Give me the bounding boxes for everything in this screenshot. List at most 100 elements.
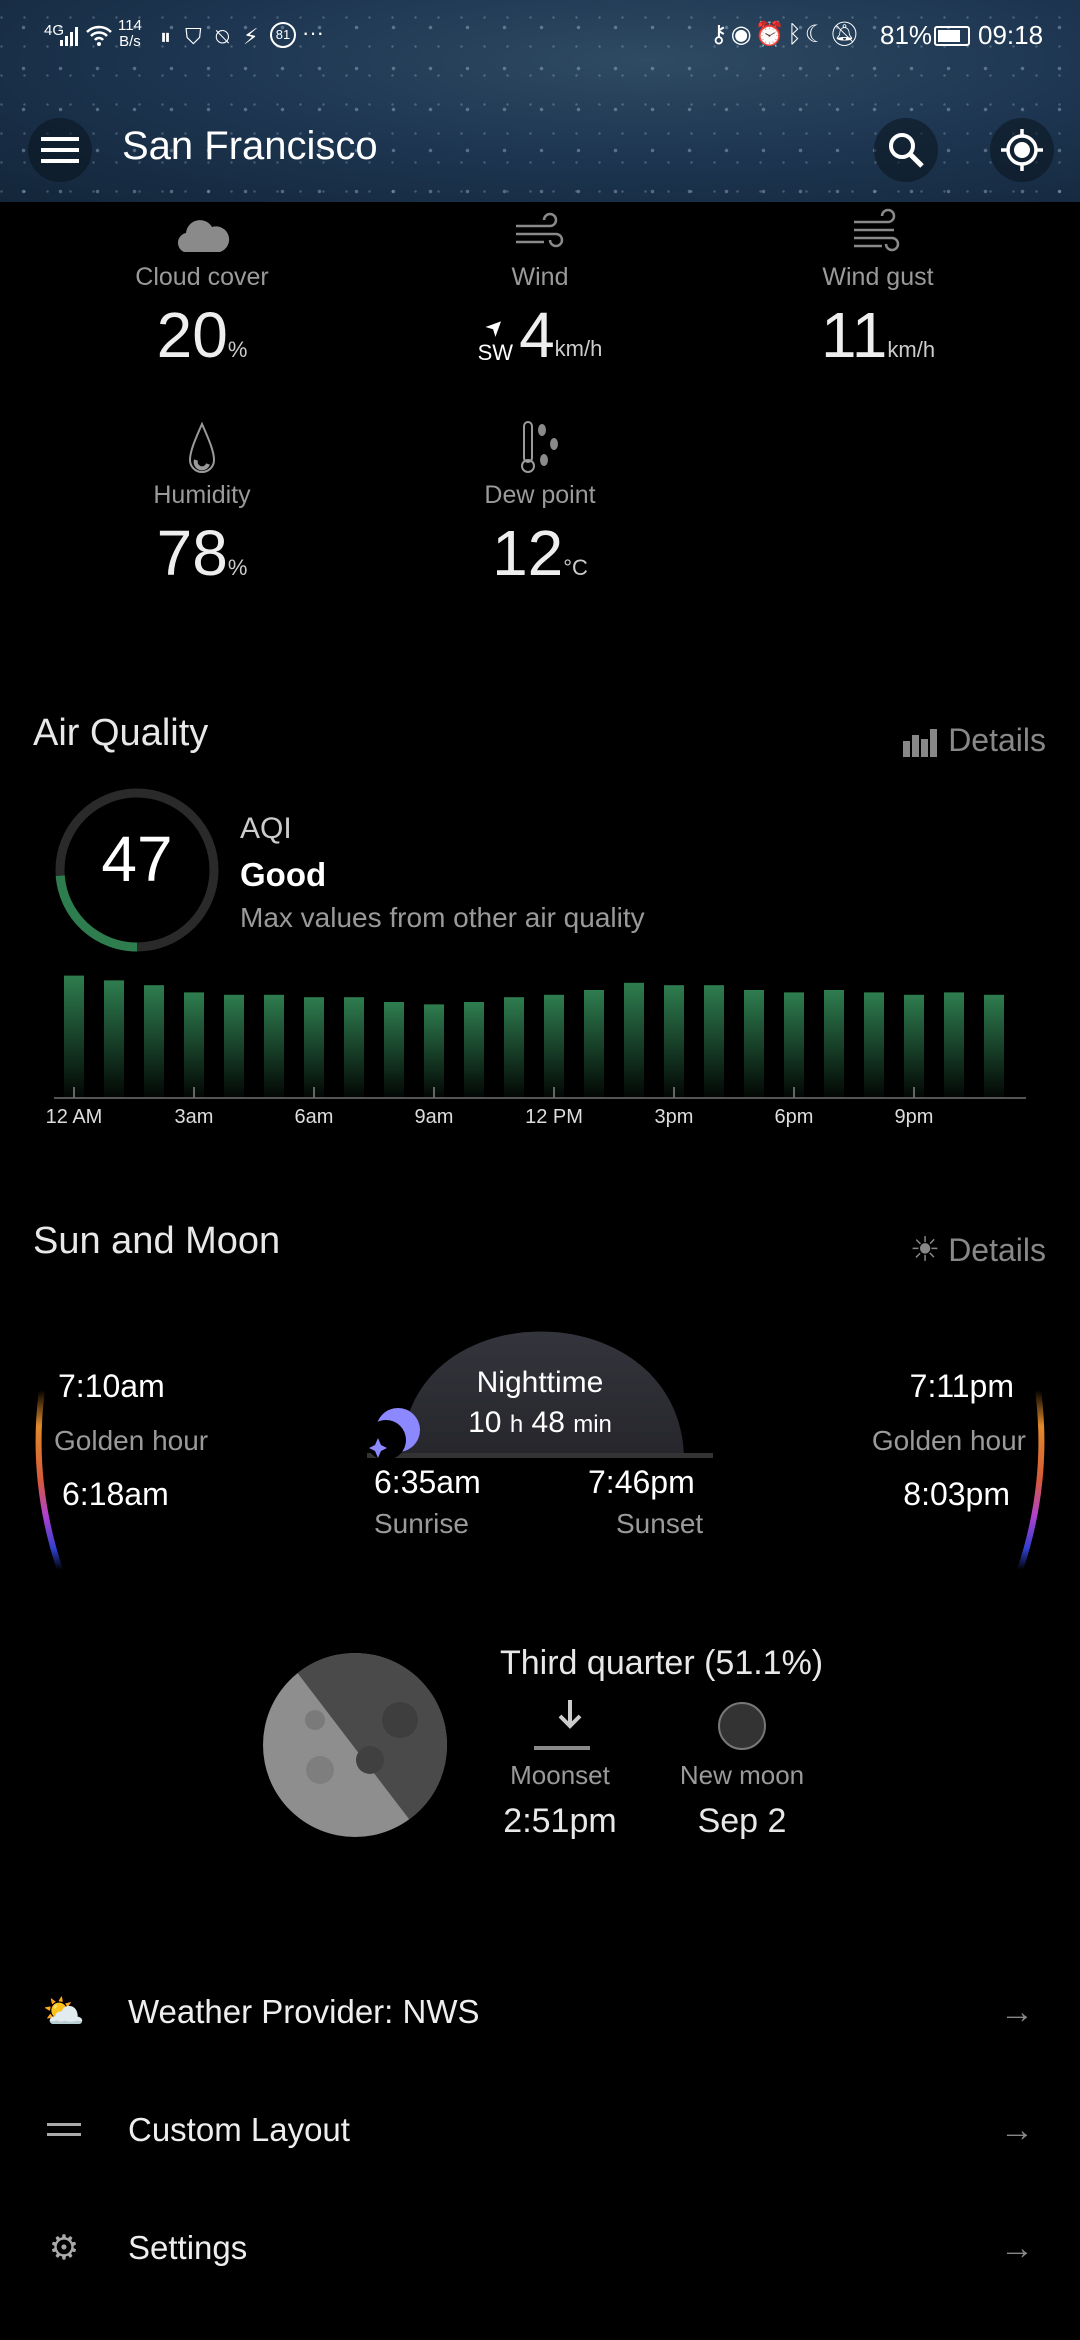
custom-layout-icon	[0, 2122, 128, 2138]
search-button[interactable]	[874, 118, 938, 182]
nighttime-label: Nighttime	[476, 1366, 604, 1399]
detail-wind: Wind ➤ SW 4 km/h	[370, 208, 710, 372]
net-speed-unit: B/s	[119, 33, 141, 50]
aqi-bar	[864, 992, 884, 1098]
detail-value: 20	[156, 299, 228, 371]
evening-golden-end: 8:03pm	[903, 1476, 1010, 1512]
net-speed-value: 114	[118, 17, 142, 34]
new-moon-icon	[718, 1702, 766, 1750]
aqi-bar	[584, 990, 604, 1098]
moonset-time: 2:51pm	[503, 1802, 617, 1840]
detail-label: Wind	[511, 263, 569, 291]
sun-moon-details-button[interactable]: ☀ Details	[910, 1230, 1046, 1270]
aqi-bar	[784, 992, 804, 1098]
air-quality-title: Air Quality	[33, 712, 209, 754]
moonset-label: Moonset	[510, 1760, 610, 1790]
dew-point-icon	[521, 421, 558, 473]
morning-golden-label: Golden hour	[54, 1425, 209, 1456]
aqi-bar	[944, 992, 964, 1098]
battery-percent: 81%	[880, 20, 933, 50]
search-icon	[889, 133, 924, 168]
detail-label: Humidity	[153, 481, 251, 509]
aqi-bar	[384, 1002, 404, 1098]
x-tick-label: 3pm	[655, 1106, 694, 1128]
aqi-bar	[984, 994, 1004, 1098]
horizon-line	[367, 1453, 713, 1458]
morning-golden-hour-bar	[35, 1389, 63, 1571]
aqi-bar	[744, 990, 764, 1098]
detail-label: Cloud cover	[135, 263, 269, 291]
detail-unit: km/h	[554, 336, 603, 361]
arrow-right-icon: →	[1000, 2228, 1034, 2267]
settings-item[interactable]: ⚙ Settings →	[0, 2198, 1080, 2298]
menu-icon	[41, 137, 79, 163]
aqi-bar	[224, 994, 244, 1098]
wind-direction: SW	[477, 340, 514, 365]
moon-phase-label: Third quarter (51.1%)	[500, 1644, 824, 1682]
notification-icons: ⏸ ⛉ ⍉ ⚡	[160, 24, 263, 49]
morning-golden-end: 6:18am	[62, 1476, 169, 1512]
detail-label: Wind gust	[822, 263, 934, 291]
x-tick-label: 3am	[175, 1106, 214, 1128]
detail-cloud-cover: Cloud cover 20%	[32, 208, 372, 372]
detail-unit: %	[227, 555, 248, 580]
weather-provider-item[interactable]: ⛅ Weather Provider: NWS →	[0, 1962, 1080, 2062]
evening-golden-label: Golden hour	[871, 1425, 1026, 1456]
menu-item-label: Weather Provider: NWS	[128, 1993, 480, 2030]
status-icons: ⚷◉⏰ᛒ☾🔕︎	[710, 21, 863, 48]
sunrise-time: 6:35am	[374, 1464, 481, 1500]
clock: 09:18	[978, 20, 1044, 50]
moon-phase-image	[263, 1653, 447, 1837]
wind-icon	[516, 212, 564, 248]
weather-provider-icon: ⛅	[42, 1993, 86, 2031]
battery-icon	[934, 26, 970, 46]
aqi-value: 47	[101, 823, 173, 895]
aqi-label: AQI	[240, 812, 292, 845]
x-tick-label: 9pm	[895, 1106, 934, 1128]
detail-value: 78	[156, 517, 228, 589]
menu-item-label: Custom Layout	[128, 2111, 350, 2148]
location-title[interactable]: San Francisco	[122, 124, 378, 169]
air-quality-details-button[interactable]: Details	[902, 722, 1046, 759]
next-phase-date: Sep 2	[697, 1802, 787, 1840]
menu-item-label: Settings	[128, 2229, 248, 2266]
x-tick-label: 9am	[415, 1106, 454, 1128]
x-tick-label: 12 AM	[46, 1106, 103, 1128]
signal-icon	[60, 27, 78, 46]
sunset-time: 7:46pm	[588, 1464, 695, 1500]
my-location-icon	[1001, 129, 1043, 171]
moonset-icon	[534, 1700, 590, 1750]
aqi-bar	[144, 985, 164, 1098]
aqi-bar	[344, 997, 364, 1098]
aqi-bar	[624, 982, 644, 1098]
wifi-icon	[86, 25, 112, 46]
menu-button[interactable]	[28, 118, 92, 182]
wind-direction-arrow-icon: ➤	[479, 311, 511, 343]
detail-unit: °C	[563, 555, 588, 580]
sunrise-label: Sunrise	[374, 1508, 469, 1539]
aqi-bar	[544, 994, 564, 1098]
aqi-bar	[664, 985, 684, 1098]
evening-golden-hour-bar	[1017, 1389, 1045, 1571]
more-notifications-icon: ···	[302, 20, 324, 45]
aqi-bar	[824, 990, 844, 1098]
custom-layout-item[interactable]: Custom Layout →	[0, 2080, 1080, 2180]
settings-gear-icon: ⚙	[48, 2229, 80, 2267]
detail-wind-gust: Wind gust 11km/h	[708, 208, 1048, 372]
nighttime-duration: 10 h 48 min	[468, 1406, 612, 1439]
detail-unit: km/h	[887, 337, 936, 362]
aqi-bar	[424, 1004, 444, 1098]
aqi-bar	[904, 994, 924, 1098]
detail-label: Dew point	[484, 481, 596, 509]
aqi-subtitle: Max values from other air quality	[240, 902, 645, 933]
badge-count: 81	[270, 22, 296, 48]
arrow-right-icon: →	[1000, 1992, 1034, 2031]
detail-value: 11	[820, 299, 888, 371]
aqi-bar	[704, 985, 724, 1098]
x-tick-label: 12 PM	[525, 1106, 583, 1128]
aqi-bar	[184, 992, 204, 1098]
my-location-button[interactable]	[990, 118, 1054, 182]
detail-dew-point: Dew point 12°C	[370, 420, 710, 590]
next-phase-label: New moon	[679, 1760, 805, 1790]
evening-golden-start: 7:11pm	[909, 1368, 1014, 1404]
